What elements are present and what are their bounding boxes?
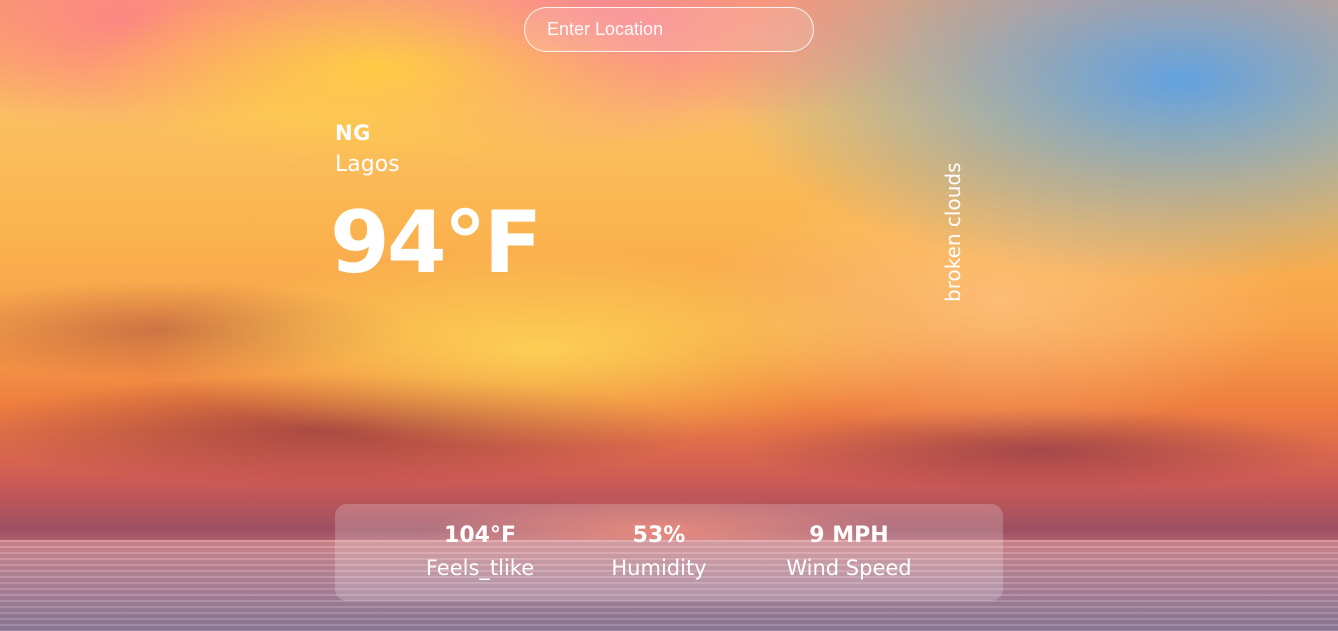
feels-like-value: 104°F — [444, 523, 516, 548]
feels-like-label: Feels_tlike — [425, 556, 535, 580]
country-code: NG — [335, 121, 371, 145]
humidity-stat: 53% Humidity — [611, 521, 706, 585]
feels-like-stat: 104°F Feels_tlike — [426, 521, 534, 585]
wind-speed-label: Wind Speed — [786, 556, 912, 580]
wind-speed-stat: 9 MPH Wind Speed — [786, 521, 911, 585]
city-name: Lagos — [335, 152, 400, 177]
weather-description: broken clouds — [941, 162, 965, 302]
wind-speed-value: 9 MPH — [809, 523, 889, 548]
humidity-value: 53% — [632, 523, 686, 548]
current-temperature: 94°F — [330, 193, 542, 293]
weather-stats-panel: 104°F Feels_tlike 53% Humidity 9 MPH Win… — [335, 504, 1003, 601]
humidity-label: Humidity — [611, 556, 707, 580]
location-search-input[interactable] — [524, 7, 814, 52]
location-block: NG Lagos — [335, 118, 400, 182]
